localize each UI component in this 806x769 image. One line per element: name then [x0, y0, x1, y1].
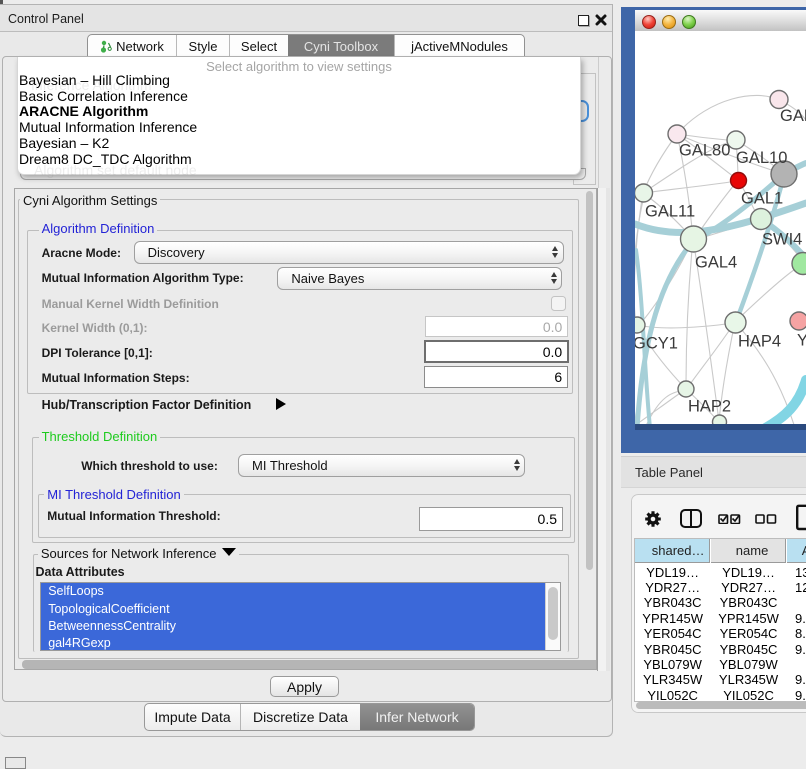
svg-text:SWI4: SWI4 [762, 231, 802, 249]
svg-text:GAL4: GAL4 [695, 254, 737, 272]
svg-text:GCY1: GCY1 [635, 335, 678, 353]
svg-text:GAL7: GAL7 [780, 107, 806, 125]
svg-text:Y: Y [797, 332, 806, 350]
svg-text:GAL11: GAL11 [645, 203, 695, 221]
svg-text:GAL10: GAL10 [736, 149, 787, 167]
svg-text:HAP2: HAP2 [688, 398, 731, 416]
svg-text:GAL80: GAL80 [679, 142, 730, 160]
svg-text:GAL1: GAL1 [741, 190, 783, 208]
svg-text:HAP4: HAP4 [738, 333, 781, 351]
